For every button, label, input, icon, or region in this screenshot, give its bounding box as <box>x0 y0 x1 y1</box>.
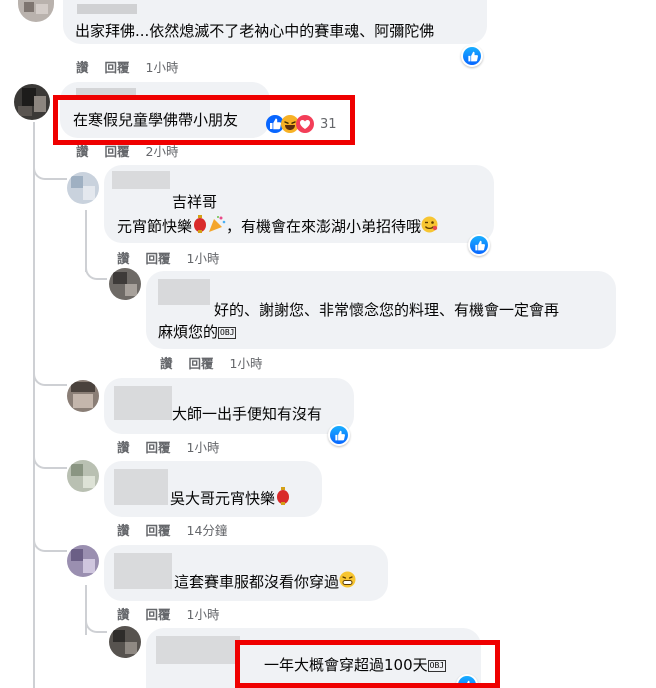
comment-actions: 讚 回覆 2小時 <box>76 141 194 160</box>
grin-emoji <box>339 571 356 594</box>
author-name-blurred <box>77 4 137 14</box>
thread-line <box>85 210 87 272</box>
reply-link[interactable]: 回覆 <box>146 523 171 538</box>
like-link[interactable]: 讚 <box>117 440 130 455</box>
comment-text: 出家拜佛...依然熄滅不了老衲心中的賽車魂、阿彌陀佛 <box>75 22 435 40</box>
thread-branch <box>33 372 67 386</box>
party-popper-emoji <box>208 215 226 239</box>
reply-bubble: 吉祥哥 元宵節快樂 ，有機會在來澎湖小弟招待哦 <box>104 165 494 243</box>
author-name-blurred <box>158 279 210 305</box>
comment-bubble: 出家拜佛...依然熄滅不了老衲心中的賽車魂、阿彌陀佛 <box>63 0 487 44</box>
reply-text: 大師一出手便知有沒有 <box>172 405 323 423</box>
author-name-blurred <box>114 386 172 420</box>
reply-actions: 讚 回覆 1小時 <box>117 248 235 267</box>
like-link[interactable]: 讚 <box>117 523 130 538</box>
author-name-blurred <box>114 469 168 505</box>
wink-emoji <box>421 216 438 239</box>
thread-branch <box>85 268 107 280</box>
reply-text: 這套賽車服都沒看你穿過 <box>174 571 356 594</box>
reply-link[interactable]: 回覆 <box>105 60 130 75</box>
author-name[interactable]: 吉祥哥 <box>172 191 217 213</box>
timestamp[interactable]: 1小時 <box>146 60 179 75</box>
like-link[interactable]: 讚 <box>117 607 130 622</box>
reply-bubble: 好的、謝謝您、非常懷念您的料理、有機會一定會再 麻煩您的 OBJ <box>146 271 616 349</box>
like-icon <box>474 240 485 250</box>
like-link[interactable]: 讚 <box>76 60 89 75</box>
reaction-badge[interactable] <box>328 424 350 446</box>
timestamp[interactable]: 1小時 <box>187 440 220 455</box>
timestamp[interactable]: 2小時 <box>146 144 179 159</box>
like-icon <box>334 430 345 440</box>
avatar[interactable] <box>67 172 99 204</box>
avatar[interactable] <box>14 84 50 120</box>
reply-link[interactable]: 回覆 <box>105 144 130 159</box>
like-link[interactable]: 讚 <box>76 144 89 159</box>
reply-text-line1: 好的、謝謝您、非常懷念您的料理、有機會一定會再 <box>214 301 560 319</box>
highlight-box <box>235 640 500 688</box>
reply-link[interactable]: 回覆 <box>146 251 171 266</box>
reaction-badge[interactable] <box>461 45 483 67</box>
author-avatar-blurred <box>112 171 170 189</box>
reply-bubble: 這套賽車服都沒看你穿過 <box>104 545 388 601</box>
highlight-box <box>53 95 355 145</box>
lantern-emoji <box>192 215 208 239</box>
avatar[interactable] <box>109 268 141 300</box>
reply-actions: 讚 回覆 1小時 <box>117 437 235 456</box>
thread-line <box>33 122 35 688</box>
timestamp[interactable]: 1小時 <box>230 356 263 371</box>
author-name-blurred <box>114 553 172 589</box>
timestamp[interactable]: 14分鐘 <box>187 523 228 538</box>
reply-text: 吳大哥元宵快樂 <box>170 487 291 511</box>
like-link[interactable]: 讚 <box>117 251 130 266</box>
reaction-badge[interactable] <box>468 234 490 256</box>
lantern-emoji <box>275 487 291 511</box>
thread-branch <box>33 538 67 552</box>
reply-actions: 讚 回覆 1小時 <box>160 353 278 372</box>
thread-branch <box>33 455 67 469</box>
reply-link[interactable]: 回覆 <box>146 440 171 455</box>
timestamp[interactable]: 1小時 <box>187 251 220 266</box>
like-link[interactable]: 讚 <box>160 356 173 371</box>
reply-actions: 讚 回覆 14分鐘 <box>117 520 243 539</box>
thread-branch <box>33 166 67 180</box>
comment-actions: 讚 回覆 1小時 <box>76 57 194 76</box>
reply-bubble: 吳大哥元宵快樂 <box>104 461 322 517</box>
reply-actions: 讚 回覆 1小時 <box>117 604 235 623</box>
avatar[interactable] <box>18 0 54 22</box>
reply-text: 元宵節快樂 ，有機會在來澎湖小弟招待哦 <box>117 215 438 239</box>
thread-branch <box>85 621 107 633</box>
reply-text-line2: 麻煩您的 OBJ <box>158 323 237 341</box>
avatar[interactable] <box>109 626 141 658</box>
avatar[interactable] <box>67 460 99 492</box>
timestamp[interactable]: 1小時 <box>187 607 220 622</box>
reply-bubble: 大師一出手便知有沒有 <box>104 378 354 434</box>
reply-link[interactable]: 回覆 <box>189 356 214 371</box>
avatar[interactable] <box>67 380 99 412</box>
avatar[interactable] <box>67 545 99 577</box>
obj-glyph: OBJ <box>218 327 237 339</box>
reply-link[interactable]: 回覆 <box>146 607 171 622</box>
like-icon <box>467 51 478 61</box>
author-name-blurred <box>156 636 240 664</box>
